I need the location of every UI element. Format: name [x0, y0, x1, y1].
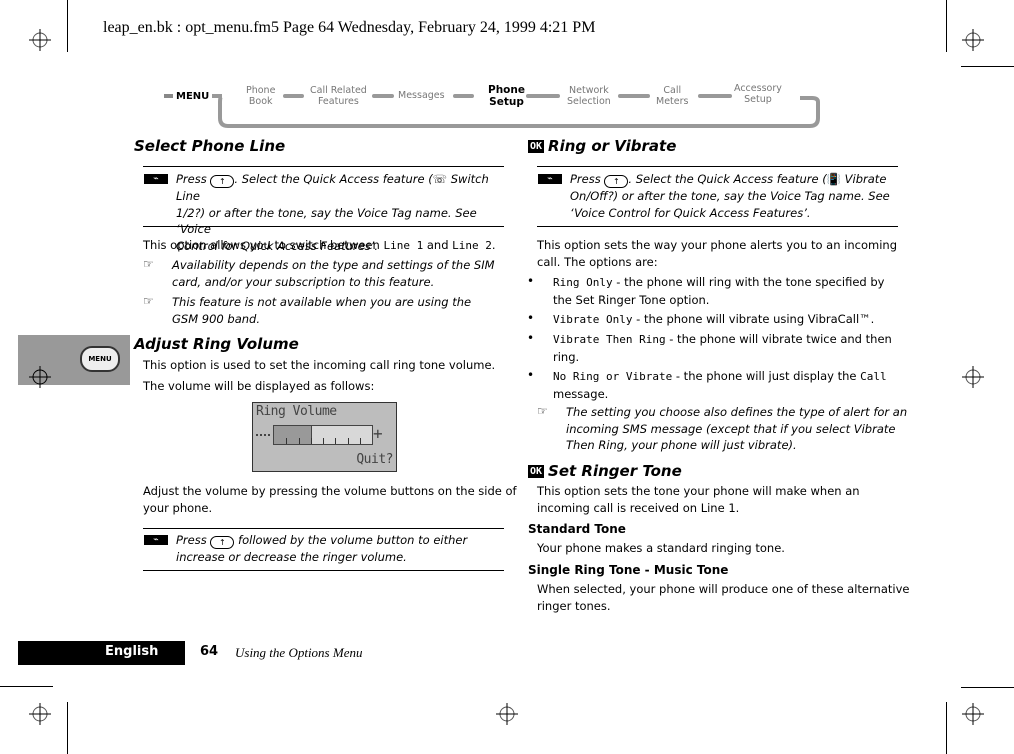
- divider: [537, 166, 898, 167]
- registration-mark-icon: [962, 29, 984, 51]
- menu-item-call-meters[interactable]: Call Meters: [656, 85, 688, 107]
- crop-mark: [67, 0, 68, 52]
- volume-tick: [335, 438, 336, 444]
- volume-tick: [311, 438, 312, 444]
- up-key-icon: ↑: [210, 175, 235, 188]
- crop-mark: [946, 0, 947, 52]
- divider: [143, 528, 504, 529]
- volume-level-bar: [273, 425, 373, 445]
- adjust-volume-instruction: Adjust the volume by pressing the volume…: [143, 484, 517, 515]
- divider: [537, 226, 898, 227]
- standard-tone-description: Your phone makes a standard ringing tone…: [537, 541, 785, 555]
- crop-mark: [946, 702, 947, 754]
- switch-line-feature-icon: ☏: [432, 172, 448, 186]
- crop-mark: [961, 687, 1014, 688]
- tip-adjust-ring-volume: Press ↑ followed by the volume button to…: [176, 533, 468, 564]
- lcd-softkey-quit: Quit?: [356, 452, 393, 467]
- registration-mark-icon: [496, 703, 518, 725]
- divider: [143, 166, 504, 167]
- volume-tick: [299, 438, 300, 444]
- volume-tick: [286, 438, 287, 444]
- note-hand-icon: ☞: [143, 294, 154, 308]
- volume-tick: [348, 438, 349, 444]
- menu-key-icon: MENU: [80, 346, 120, 372]
- footer-page-number: 64: [200, 644, 219, 659]
- shortcut-icon: ⌁: [144, 174, 168, 184]
- registration-mark-icon: [29, 29, 51, 51]
- ok-key-icon: OK: [528, 140, 545, 153]
- note-gsm-900: This feature is not available when you a…: [172, 295, 472, 326]
- section-title-select-phone-line: Select Phone Line: [134, 137, 286, 155]
- bullet: •: [527, 311, 535, 325]
- volume-tick: [360, 438, 361, 444]
- shortcut-icon: ⌁: [144, 535, 168, 545]
- bullet: •: [527, 274, 535, 288]
- select-phone-line-description: This option allows you to switch between…: [143, 238, 496, 252]
- up-key-icon: ↑: [604, 175, 629, 188]
- lcd-title: Ring Volume: [256, 404, 337, 419]
- ok-key-icon: OK: [528, 465, 545, 478]
- set-ringer-tone-description: This option sets the tone your phone wil…: [537, 484, 860, 515]
- single-ring-tone-description: When selected, your phone will produce o…: [537, 582, 910, 613]
- note-hand-icon: ☞: [143, 257, 154, 271]
- shortcut-icon: ⌁: [538, 174, 562, 184]
- option-ring-only: Ring Only - the phone will ring with the…: [553, 275, 885, 307]
- note-hand-icon: ☞: [537, 404, 548, 418]
- up-key-icon: ↑: [210, 536, 235, 549]
- option-vibrate-then-ring: Vibrate Then Ring - the phone will vibra…: [553, 332, 892, 364]
- option-vibrate-only: Vibrate Only - the phone will vibrate us…: [553, 312, 875, 326]
- menu-item-phone-book[interactable]: Phone Book: [246, 85, 275, 107]
- crop-mark: [961, 66, 1014, 67]
- menu-item-accessory-setup[interactable]: Accessory Setup: [734, 83, 782, 105]
- menu-item-messages[interactable]: Messages: [398, 90, 445, 101]
- bullet: •: [527, 331, 535, 345]
- volume-level-fill: [274, 426, 312, 444]
- option-no-ring-or-vibrate: No Ring or Vibrate - the phone will just…: [553, 369, 887, 401]
- section-title-adjust-ring-volume: Adjust Ring Volume: [134, 335, 299, 353]
- note-availability: Availability depends on the type and set…: [172, 258, 495, 289]
- section-title-set-ringer-tone: OK Set Ringer Tone: [528, 462, 682, 480]
- volume-tick: [323, 438, 324, 444]
- volume-minus-icon: [256, 434, 270, 438]
- menu-root-label: MENU: [176, 91, 210, 102]
- divider: [143, 226, 504, 227]
- adjust-ring-volume-description: This option is used to set the incoming …: [143, 358, 496, 393]
- divider: [143, 570, 504, 571]
- registration-mark-icon: [962, 366, 984, 388]
- menu-item-call-related-features[interactable]: Call Related Features: [310, 85, 367, 107]
- print-header: leap_en.bk : opt_menu.fm5 Page 64 Wednes…: [103, 19, 596, 36]
- ring-volume-lcd-display: Ring Volume + Quit?: [252, 402, 397, 472]
- crop-mark: [67, 702, 68, 754]
- section-title-ring-or-vibrate: OK Ring or Vibrate: [528, 137, 677, 155]
- note-sms-alert: The setting you choose also defines the …: [566, 405, 908, 452]
- ring-or-vibrate-description: This option sets the way your phone aler…: [537, 238, 898, 269]
- tip-ring-or-vibrate: Press ↑. Select the Quick Access feature…: [570, 172, 890, 220]
- footer-chapter-title: Using the Options Menu: [235, 645, 363, 660]
- vibrate-feature-icon: 📳: [826, 172, 842, 186]
- menu-item-phone-setup[interactable]: Phone Setup: [488, 84, 525, 108]
- bullet: •: [527, 368, 535, 382]
- footer-language-tab: English: [18, 641, 185, 665]
- registration-mark-icon: [29, 366, 51, 388]
- menu-navigation-bar: MENU Phone Book Call Related Features Mess…: [160, 80, 825, 130]
- crop-mark: [0, 686, 53, 687]
- volume-plus-icon: +: [373, 424, 383, 443]
- registration-mark-icon: [962, 703, 984, 725]
- heading-single-ring-tone: Single Ring Tone - Music Tone: [528, 563, 729, 577]
- registration-mark-icon: [29, 703, 51, 725]
- heading-standard-tone: Standard Tone: [528, 522, 626, 536]
- footer-tab-notch: [67, 665, 185, 666]
- menu-item-network-selection[interactable]: Network Selection: [567, 85, 611, 107]
